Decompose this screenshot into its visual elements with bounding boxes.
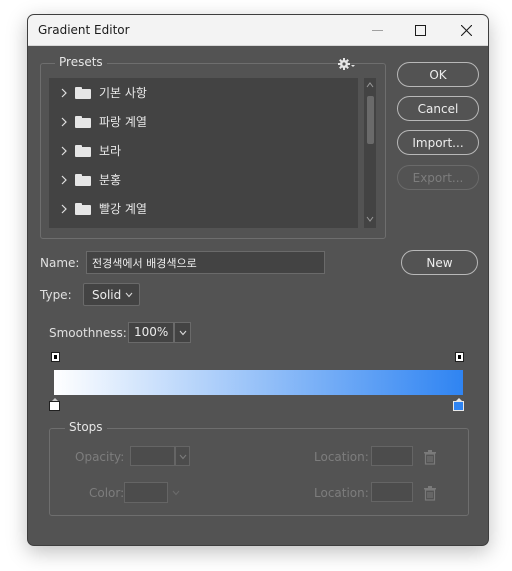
maximize-icon	[414, 25, 426, 36]
chevron-down-icon	[179, 454, 187, 460]
chevron-down-icon	[179, 330, 186, 335]
preset-folder-item[interactable]: 빨강 계열	[49, 194, 358, 223]
title-bar[interactable]: Gradient Editor	[28, 15, 488, 46]
smoothness-label: Smoothness:	[49, 326, 127, 340]
presets-list[interactable]: 기본 사항 파랑 계열 보라 분홍 빨강 계열	[49, 78, 358, 228]
chevron-right-icon[interactable]	[57, 146, 71, 156]
chevron-right-icon[interactable]	[57, 117, 71, 127]
maximize-button[interactable]	[397, 15, 443, 46]
color-label: Color:	[89, 486, 125, 500]
folder-icon	[75, 173, 91, 186]
chevron-right-icon[interactable]	[57, 204, 71, 214]
preset-folder-item[interactable]: 기본 사항	[49, 78, 358, 107]
preset-folder-item[interactable]: 파랑 계열	[49, 107, 358, 136]
chevron-right-icon[interactable]	[57, 175, 71, 185]
folder-icon	[75, 144, 91, 157]
close-icon	[460, 25, 472, 36]
type-select[interactable]: Solid	[83, 283, 140, 306]
type-label: Type:	[40, 288, 72, 302]
smoothness-field[interactable]: 100%	[128, 322, 174, 343]
scroll-down-icon[interactable]	[366, 216, 374, 222]
gradient-preview-bar[interactable]	[54, 370, 463, 395]
color-stop-left[interactable]	[49, 398, 60, 411]
color-location-field[interactable]	[371, 482, 413, 502]
name-field[interactable]: 전경색에서 배경색으로	[86, 251, 325, 274]
preset-folder-label: 파랑 계열	[99, 115, 147, 129]
preset-folder-label: 분홍	[99, 173, 122, 187]
smoothness-dropdown-button[interactable]	[174, 322, 191, 343]
folder-icon	[75, 202, 91, 215]
preset-folder-label: 기본 사항	[99, 86, 147, 100]
preset-folder-item[interactable]: 분홍	[49, 165, 358, 194]
chevron-down-icon[interactable]	[172, 490, 180, 496]
opacity-label: Opacity:	[75, 450, 125, 464]
name-label: Name:	[40, 256, 80, 270]
presets-title: Presets	[55, 55, 107, 69]
opacity-stop-right[interactable]	[455, 352, 464, 362]
import-button[interactable]: Import...	[397, 130, 479, 155]
new-button[interactable]: New	[401, 250, 478, 275]
scroll-up-icon[interactable]	[366, 82, 374, 88]
window-title: Gradient Editor	[38, 23, 130, 37]
gear-icon	[338, 58, 355, 70]
opacity-dropdown-button[interactable]	[175, 446, 190, 466]
ok-button[interactable]: OK	[397, 62, 479, 87]
trash-icon[interactable]	[423, 486, 437, 501]
opacity-field[interactable]	[130, 446, 175, 466]
minimize-button[interactable]	[354, 15, 400, 46]
color-location-label: Location:	[314, 486, 369, 500]
chevron-down-icon	[125, 292, 133, 298]
preset-folder-label: 빨강 계열	[99, 202, 147, 216]
preset-folder-label: 보라	[99, 144, 122, 158]
export-button[interactable]: Export...	[397, 165, 479, 190]
type-select-value: Solid	[92, 287, 122, 302]
minimize-icon	[371, 30, 383, 31]
cancel-button[interactable]: Cancel	[397, 96, 479, 121]
chevron-right-icon[interactable]	[57, 88, 71, 98]
folder-icon	[75, 115, 91, 128]
opacity-stop-left[interactable]	[51, 352, 60, 362]
gradient-editor-window: Gradient Editor Presets 기본 사항 파랑 계열 보라 분…	[27, 14, 489, 546]
opacity-location-field[interactable]	[371, 446, 413, 466]
opacity-location-label: Location:	[314, 450, 369, 464]
presets-settings-button[interactable]	[337, 57, 357, 71]
scrollbar-thumb[interactable]	[367, 96, 374, 144]
color-stop-right[interactable]	[453, 398, 464, 411]
stops-title: Stops	[65, 420, 107, 434]
stops-group	[49, 428, 469, 516]
trash-icon[interactable]	[423, 450, 437, 465]
presets-scrollbar[interactable]	[364, 78, 376, 228]
folder-icon	[75, 86, 91, 99]
preset-folder-item[interactable]: 보라	[49, 136, 358, 165]
close-button[interactable]	[443, 15, 488, 46]
color-swatch[interactable]	[124, 482, 168, 503]
